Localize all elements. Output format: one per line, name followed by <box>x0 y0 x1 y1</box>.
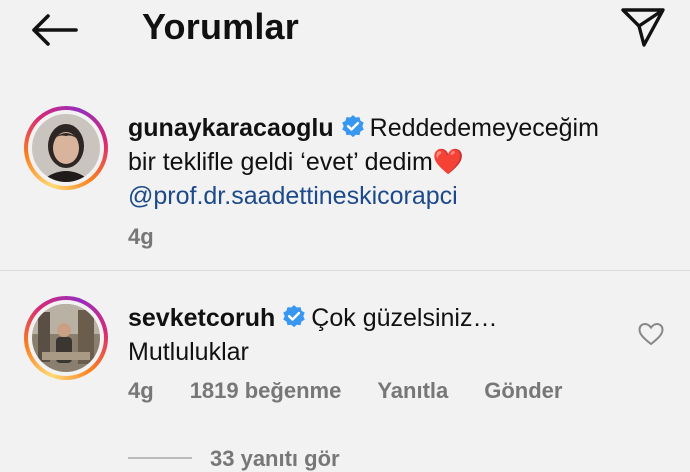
comment-body-line2: bir teklifle geldi ‘evet’ dedim <box>128 148 433 176</box>
verified-badge-icon <box>283 305 306 328</box>
send-button[interactable]: Gönder <box>484 378 562 403</box>
comment-username[interactable]: sevketcoruh <box>128 304 275 332</box>
arrow-left-icon <box>32 14 78 46</box>
paper-plane-icon <box>621 8 665 47</box>
direct-message-button[interactable] <box>620 6 668 50</box>
comment-time: 4g <box>128 378 154 403</box>
avatar[interactable] <box>24 106 108 190</box>
comment-meta: 4g <box>128 224 190 250</box>
avatar[interactable] <box>24 296 108 380</box>
comment-time: 4g <box>128 224 154 249</box>
view-replies-button[interactable]: 33 yanıtı gör <box>210 446 340 472</box>
heart-emoji: ❤️ <box>432 148 464 176</box>
comment-meta: 4g 1819 beğenme Yanıtla Gönder <box>128 378 598 404</box>
comment-body-line2: Mutluluklar <box>128 338 249 366</box>
comment-username[interactable]: gunaykaracaoglu <box>128 114 334 142</box>
replies-divider <box>128 457 192 459</box>
divider <box>0 270 690 271</box>
like-comment-button[interactable] <box>638 322 664 346</box>
likes-count[interactable]: 1819 beğenme <box>190 378 342 403</box>
comment-body: Çok güzelsiniz… <box>311 304 498 332</box>
comment-text: gunaykaracaoglu Reddedemeyeceğim bir tekl… <box>128 111 648 213</box>
header-bar: Yorumlar <box>0 0 690 60</box>
page-title: Yorumlar <box>142 6 299 47</box>
comment-text: sevketcoruh Çok güzelsiniz… Mutluluklar <box>128 301 648 369</box>
avatar-photo <box>32 114 100 182</box>
heart-outline-icon <box>638 322 664 346</box>
verified-badge-icon <box>341 115 364 138</box>
comment-body: Reddedemeyeceğim <box>369 114 599 142</box>
reply-button[interactable]: Yanıtla <box>377 378 448 403</box>
back-button[interactable] <box>30 10 82 50</box>
mention-link[interactable]: @prof.dr.saadettineskicorapci <box>128 182 458 210</box>
avatar-photo <box>32 304 100 372</box>
